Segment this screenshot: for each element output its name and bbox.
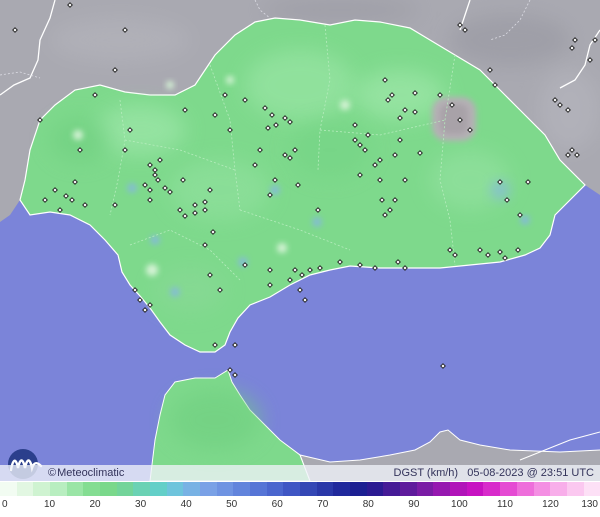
legend-swatch [583, 482, 600, 496]
legend-swatch [516, 482, 534, 496]
morocco-shade [170, 390, 260, 450]
legend-swatch [150, 482, 167, 496]
legend-tick-label: 100 [451, 499, 468, 510]
legend-tick-label: 0 [2, 499, 8, 510]
legend-swatch [50, 482, 67, 496]
legend-tick-label: 60 [271, 499, 283, 510]
legend-swatch [500, 482, 517, 496]
legend-swatch [166, 482, 184, 496]
map-frame: ©Meteoclimatic DGST (km/h) 05-08-2023 @ … [0, 0, 600, 517]
legend-tick-label: 40 [180, 499, 192, 510]
credit: ©Meteoclimatic [48, 465, 124, 481]
legend-color-bar [0, 482, 600, 496]
legend-swatch [283, 482, 301, 496]
legend-swatch [316, 482, 334, 496]
legend-swatch [266, 482, 284, 496]
credit-text: Meteoclimatic [57, 467, 125, 479]
legend-tick-label: 80 [362, 499, 374, 510]
legend-swatch [450, 482, 467, 496]
legend-tick-label: 90 [408, 499, 420, 510]
legend-tick-label: 20 [89, 499, 101, 510]
copyright-symbol: © [48, 467, 57, 479]
legend-swatch [0, 482, 17, 496]
legend-swatch [33, 482, 51, 496]
legend-swatch [300, 482, 317, 496]
legend-swatch [483, 482, 501, 496]
legend-tick-label: 10 [43, 499, 56, 510]
legend-swatch [183, 482, 201, 496]
legend-swatch [333, 482, 351, 496]
legend-swatch [250, 482, 267, 496]
product-variable: DGST (km/h) [393, 467, 459, 479]
legend-swatch [383, 482, 401, 496]
legend-swatch [466, 482, 484, 496]
legend-tick-label: 50 [226, 499, 238, 510]
legend-swatch [350, 482, 367, 496]
legend-ticks: 0 10 20 30 40 50 60 70 80 90 100 110 120 130 [0, 499, 600, 513]
legend-tick-label: 120 [542, 499, 559, 510]
gust-map [0, 0, 600, 481]
legend-swatch [566, 482, 584, 496]
legend-tick-label: 70 [317, 499, 329, 510]
legend-swatch [200, 482, 217, 496]
legend-tick-label: 130 [581, 499, 598, 510]
legend-swatch [366, 482, 384, 496]
legend-tick-label: 110 [496, 499, 513, 510]
legend-tick-label: 30 [135, 499, 147, 510]
legend-swatch [16, 482, 34, 496]
legend-swatch [550, 482, 567, 496]
sierra-gray-spot [432, 97, 476, 141]
legend-swatch [100, 482, 117, 496]
product-label: DGST (km/h) 05-08-2023 @ 23:51 UTC [394, 465, 595, 481]
legend-swatch [416, 482, 434, 496]
legend-swatch [66, 482, 84, 496]
info-bar: ©Meteoclimatic DGST (km/h) 05-08-2023 @ … [0, 465, 600, 481]
legend-swatch [116, 482, 134, 496]
legend-swatch [233, 482, 251, 496]
legend-swatch [216, 482, 234, 496]
legend-swatch [433, 482, 451, 496]
color-legend: 0 10 20 30 40 50 60 70 80 90 100 110 120 130 [0, 481, 600, 517]
timestamp: 05-08-2023 @ 23:51 UTC [467, 467, 594, 479]
legend-swatch [533, 482, 551, 496]
legend-swatch [83, 482, 101, 496]
legend-swatch [133, 482, 151, 496]
legend-swatch [400, 482, 417, 496]
